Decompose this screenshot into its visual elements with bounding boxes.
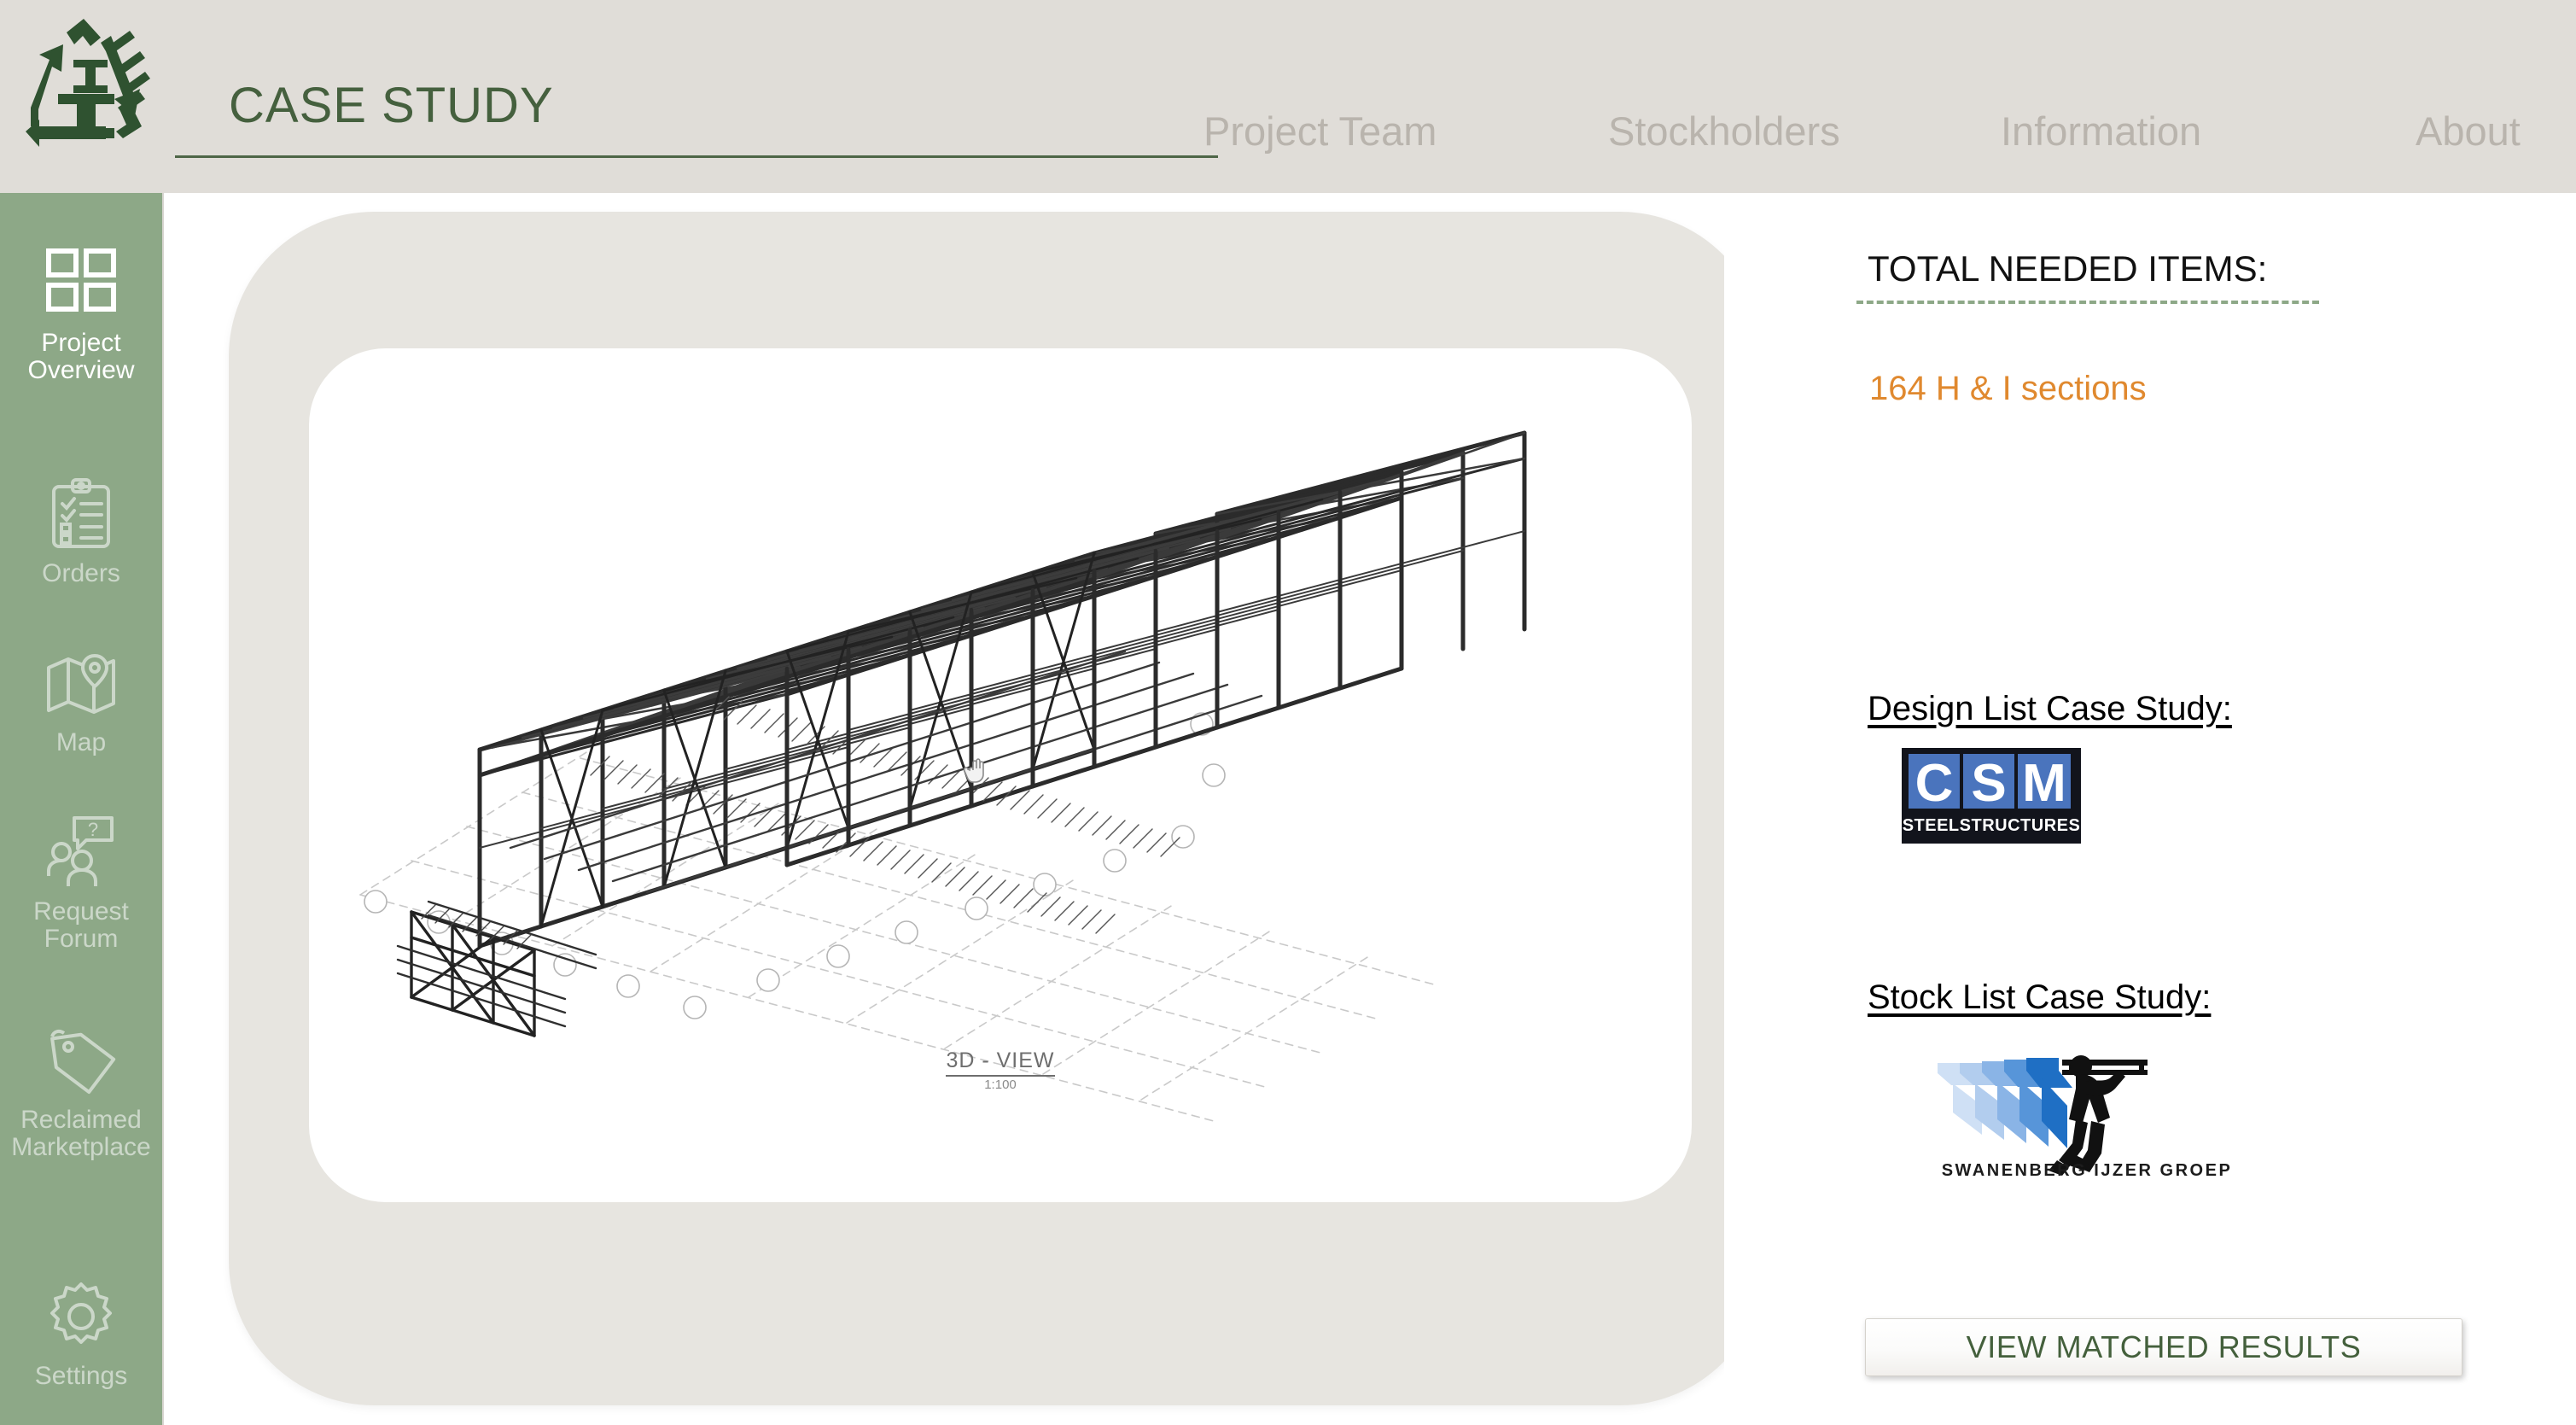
people-question-icon: ? bbox=[42, 813, 120, 891]
swanenberg-ijzer-groep-logo[interactable]: SWANENBERG IJZER GROEP bbox=[1886, 1034, 2288, 1183]
sidebar-item-map[interactable]: Map bbox=[0, 644, 162, 756]
title-underline bbox=[175, 155, 1218, 158]
top-nav: Project Team Stockholders Information Ab… bbox=[1203, 108, 2535, 159]
dashed-divider bbox=[1856, 301, 2319, 304]
sidebar-item-request-forum[interactable]: ? Request Forum bbox=[0, 813, 162, 953]
sidebar-item-project-overview[interactable]: Project Overview bbox=[0, 244, 162, 384]
svg-text:?: ? bbox=[88, 819, 98, 840]
sidebar-label-settings: Settings bbox=[34, 1362, 128, 1390]
design-list-label: Design List Case Study: bbox=[1868, 690, 2232, 727]
sidebar-label-map: Map bbox=[55, 728, 107, 756]
sidebar-label-orders: Orders bbox=[42, 559, 120, 587]
nav-item-information[interactable]: Information bbox=[2001, 108, 2201, 155]
steel-structure-isometric-drawing bbox=[359, 348, 1692, 1122]
right-panel: TOTAL NEEDED ITEMS: 164 H & I sections D… bbox=[1724, 193, 2576, 1425]
drawing-panel: 3D - VIEW 1:100 bbox=[229, 212, 1765, 1405]
clipboard-checklist-icon bbox=[42, 475, 120, 553]
svg-text:S: S bbox=[1971, 754, 2006, 813]
csm-steelstructures-logo[interactable]: C S M STEELSTRUCTURES bbox=[1902, 748, 2081, 844]
map-pin-icon bbox=[42, 644, 120, 722]
svg-text:STEELSTRUCTURES: STEELSTRUCTURES bbox=[1903, 816, 2081, 835]
svg-text:M: M bbox=[2022, 754, 2066, 813]
nav-item-project-team[interactable]: Project Team bbox=[1203, 108, 1437, 155]
sidebar-item-reclaimed-marketplace[interactable]: Reclaimed Marketplace bbox=[0, 1021, 162, 1161]
sidebar: Project Overview Orders Map ? Request Fo… bbox=[0, 193, 164, 1425]
price-tag-icon bbox=[42, 1021, 120, 1100]
page-title: CASE STUDY bbox=[229, 78, 554, 133]
total-needed-items-value: 164 H & I sections bbox=[1869, 370, 2147, 407]
nav-item-stockholders[interactable]: Stockholders bbox=[1608, 108, 1840, 155]
nav-item-about[interactable]: About bbox=[2416, 108, 2521, 155]
gear-icon bbox=[42, 1277, 120, 1356]
stock-list-label: Stock List Case Study: bbox=[1868, 978, 2212, 1016]
sidebar-label-request-forum: Request Forum bbox=[33, 897, 129, 953]
sidebar-item-settings[interactable]: Settings bbox=[0, 1277, 162, 1390]
drawing-canvas[interactable]: 3D - VIEW 1:100 bbox=[309, 348, 1692, 1202]
view-matched-results-button[interactable]: VIEW MATCHED RESULTS bbox=[1865, 1318, 2462, 1376]
app-header: CASE STUDY Project Team Stockholders Inf… bbox=[0, 0, 2576, 193]
sidebar-label-reclaimed-marketplace: Reclaimed Marketplace bbox=[11, 1106, 151, 1161]
sidebar-item-orders[interactable]: Orders bbox=[0, 475, 162, 587]
sidebar-label-project-overview: Project Overview bbox=[27, 329, 135, 384]
total-needed-items-title: TOTAL NEEDED ITEMS: bbox=[1868, 248, 2268, 289]
grid-icon bbox=[42, 244, 120, 323]
recycled-steel-logo[interactable] bbox=[5, 7, 164, 178]
svg-text:C: C bbox=[1915, 754, 1954, 813]
svg-text:SWANENBERG IJZER GROEP: SWANENBERG IJZER GROEP bbox=[1942, 1161, 2233, 1180]
